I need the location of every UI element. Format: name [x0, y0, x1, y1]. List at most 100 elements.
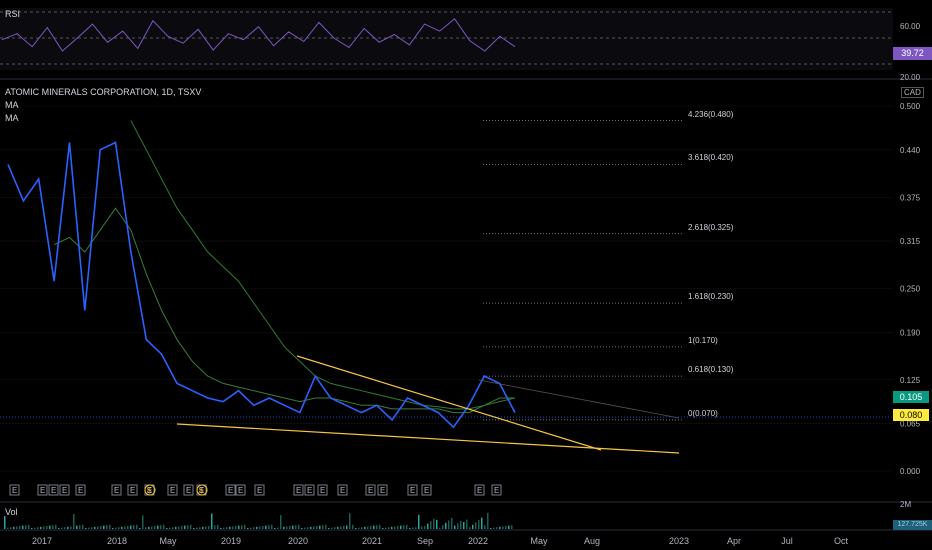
time-tick-label: 2020: [288, 536, 308, 546]
volume-bar: [277, 527, 279, 529]
volume-bar: [343, 526, 345, 529]
volume-bar: [40, 526, 42, 529]
volume-bar: [511, 525, 513, 529]
volume-bar: [262, 526, 264, 529]
currency-label[interactable]: CAD: [901, 87, 924, 98]
volume-bar: [445, 522, 447, 529]
volume-bar: [160, 525, 162, 529]
price-tick-label: 0.000: [900, 467, 921, 476]
volume-bar: [457, 523, 459, 529]
symbol-title[interactable]: ATOMIC MINERALS CORPORATION, 1D, TSXV: [5, 87, 201, 97]
trendline-lower: [176, 423, 680, 454]
time-tick-label: Aug: [584, 536, 600, 546]
volume-badge: 127.725K: [893, 520, 932, 530]
volume-bar: [46, 526, 48, 529]
rsi-value-badge: 39.72: [893, 47, 932, 60]
volume-bar: [229, 526, 231, 529]
volume-bar: [319, 525, 321, 529]
volume-bar: [244, 524, 246, 529]
volume-bar: [496, 527, 498, 529]
earnings-marker-label: E: [51, 486, 56, 495]
volume-bar: [124, 526, 126, 529]
volume-bar: [454, 525, 456, 529]
volume-bar: [442, 525, 444, 529]
volume-bar: [322, 525, 324, 529]
price-tick-label: 0.190: [900, 328, 921, 337]
earnings-marker-label: E: [494, 486, 499, 495]
rsi-label: RSI: [5, 9, 21, 19]
volume-bar: [25, 525, 27, 529]
volume-bar: [118, 527, 120, 529]
volume-bar: [67, 526, 69, 529]
earnings-marker-label: E: [424, 486, 429, 495]
earnings-marker-label: E: [477, 486, 482, 495]
volume-bar: [139, 528, 141, 529]
volume-bar: [157, 525, 159, 529]
ma-legend-2[interactable]: MA: [5, 113, 19, 123]
volume-bar: [406, 524, 408, 529]
volume-bar: [133, 525, 135, 529]
volume-bar: [121, 526, 123, 529]
volume-bar: [253, 527, 255, 529]
price-tick-label: 0.315: [900, 237, 921, 246]
volume-bar: [493, 527, 495, 529]
volume-bar: [433, 518, 435, 529]
events-row: E E E E E E E E E E E E E E E E E E E E E E E E$ $: [9, 484, 502, 496]
volume-bar: [400, 525, 402, 529]
volume-bar: [52, 525, 54, 529]
volume-bar: [274, 528, 276, 529]
volume-bar: [205, 526, 207, 529]
volume-bar: [466, 519, 468, 529]
volume-bar: [259, 526, 261, 529]
volume-bar: [247, 528, 249, 529]
volume-bar: [346, 525, 348, 529]
fib-level-label: 1(0.170): [688, 335, 718, 345]
volume-bar: [484, 525, 486, 529]
volume-bar: [358, 527, 360, 529]
volume-bar: [304, 527, 306, 529]
earnings-marker-label: E: [40, 486, 45, 495]
last-price-badge: 0.080: [893, 409, 929, 421]
ma-long-line: [130, 120, 516, 410]
volume-bar: [421, 526, 423, 529]
volume-bar: [61, 527, 63, 529]
volume-bar: [436, 520, 438, 529]
time-tick-label: 2019: [221, 536, 241, 546]
earnings-marker-label: E: [410, 486, 415, 495]
volume-bar: [412, 527, 414, 529]
volume-bar: [409, 528, 411, 529]
time-tick-label: Oct: [834, 536, 849, 546]
fib-level-label: 1.618(0.230): [688, 292, 734, 302]
volume-bar: [238, 525, 240, 529]
volume-bar: [289, 526, 291, 529]
volume-bar: [190, 524, 192, 529]
volume-bar: [130, 525, 132, 529]
price-line: [7, 141, 516, 429]
time-tick-label: 2021: [362, 536, 382, 546]
volume-bar: [166, 528, 168, 529]
volume-bar: [73, 514, 75, 529]
time-tick-label: May: [530, 536, 548, 546]
rsi-tick-60: 60.00: [900, 22, 921, 31]
volume-bar: [505, 526, 507, 529]
volume-bar: [94, 526, 96, 529]
volume-bar: [334, 527, 336, 529]
price-tick-label: 0.440: [900, 146, 921, 155]
volume-bar: [364, 526, 366, 529]
volume-bar: [298, 524, 300, 529]
volume-bar: [469, 527, 471, 529]
volume-bar: [169, 527, 171, 529]
volume-bar: [286, 526, 288, 529]
volume-bar: [388, 527, 390, 529]
earnings-marker-label: E: [130, 486, 135, 495]
volume-bar: [427, 523, 429, 529]
volume-bar: [217, 524, 219, 529]
volume-bar: [208, 526, 210, 529]
fib-level-label: 2.618(0.325): [688, 222, 734, 232]
volume-bar: [418, 514, 420, 529]
fib-level-label: 0.618(0.130): [688, 365, 734, 375]
volume-bar: [112, 528, 114, 529]
volume-bar: [283, 526, 285, 529]
ma-legend-1[interactable]: MA: [5, 100, 19, 110]
volume-bar: [382, 528, 384, 529]
